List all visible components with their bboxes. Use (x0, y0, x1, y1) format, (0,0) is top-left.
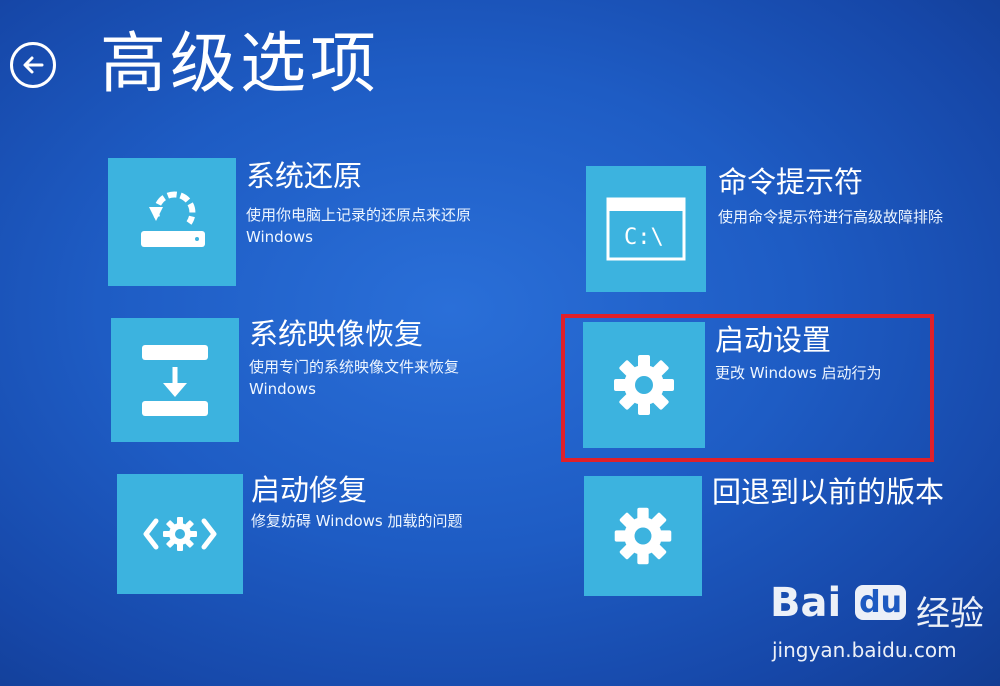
option-description-line: Windows (246, 228, 313, 246)
option-title: 系统映像恢复 (249, 317, 424, 351)
option-description-line: Windows (249, 380, 316, 398)
option-description: 使用命令提示符进行高级故障排除 (718, 206, 943, 228)
baidu-watermark: Bai du 经验 jingyan.baidu.com (770, 580, 1000, 680)
system-restore-tile (108, 158, 236, 286)
option-description: 使用专门的系统映像文件来恢复 Windows (249, 356, 459, 400)
startup-repair-tile (117, 474, 243, 594)
gear-icon (614, 507, 672, 565)
option-description-line: 修复妨碍 Windows 加载的问题 (251, 512, 463, 530)
restore-disk-icon (141, 191, 205, 247)
option-title: 回退到以前的版本 (712, 475, 945, 509)
system-image-recovery-tile (111, 318, 239, 442)
watermark-brand-latin: Bai (770, 580, 842, 626)
go-back-tile (584, 476, 702, 596)
option-description-line: 使用你电脑上记录的还原点来还原 (246, 206, 472, 224)
page-title: 高级选项 (100, 25, 380, 102)
option-description-line: 使用专门的系统映像文件来恢复 (249, 358, 460, 376)
option-title: 命令提示符 (718, 165, 864, 199)
watermark-brand-cn: 经验 (916, 594, 984, 634)
option-title: 系统还原 (246, 159, 363, 193)
watermark-brand: Bai du (770, 580, 906, 626)
option-command-prompt[interactable]: C:\ 命令提示符 使用命令提示符进行高级故障排除 (586, 165, 976, 296)
option-system-image-recovery[interactable]: 系统映像恢复 使用专门的系统映像文件来恢复 Windows (111, 317, 531, 446)
command-window-icon-text: C:\ (624, 225, 664, 250)
option-startup-repair[interactable]: 启动修复 修复妨碍 Windows 加载的问题 (117, 473, 517, 598)
option-description: 使用你电脑上记录的还原点来还原 Windows (246, 204, 471, 248)
image-recovery-icon (142, 345, 208, 416)
watermark-brand-du: du (859, 585, 902, 620)
option-system-restore[interactable]: 系统还原 使用你电脑上记录的还原点来还原 Windows (108, 158, 528, 288)
highlight-box (561, 314, 934, 462)
paw-icon: du (855, 585, 906, 620)
startup-repair-icon (143, 517, 217, 551)
back-button[interactable] (10, 42, 56, 88)
command-window-icon: C:\ (606, 197, 686, 261)
watermark-url: jingyan.baidu.com (772, 638, 957, 662)
option-title: 启动修复 (251, 473, 368, 507)
command-prompt-tile: C:\ (586, 166, 706, 292)
option-description-line: 使用命令提示符进行高级故障排除 (718, 208, 944, 226)
option-description: 修复妨碍 Windows 加载的问题 (251, 510, 463, 532)
arrow-left-circle-icon (23, 56, 44, 74)
